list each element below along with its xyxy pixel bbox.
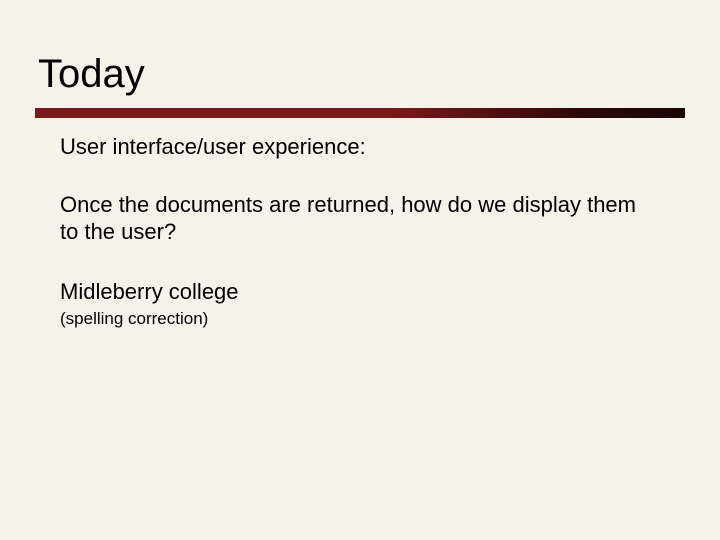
paragraph-3: Midleberry college xyxy=(60,278,660,306)
paragraph-1: User interface/user experience: xyxy=(60,133,660,161)
paragraph-2: Once the documents are returned, how do … xyxy=(60,191,660,246)
small-note: (spelling correction) xyxy=(60,309,660,329)
slide-container: Today User interface/user experience: On… xyxy=(0,0,720,540)
title-divider xyxy=(35,108,685,118)
slide-title: Today xyxy=(0,0,720,97)
slide-content: User interface/user experience: Once the… xyxy=(0,97,720,329)
